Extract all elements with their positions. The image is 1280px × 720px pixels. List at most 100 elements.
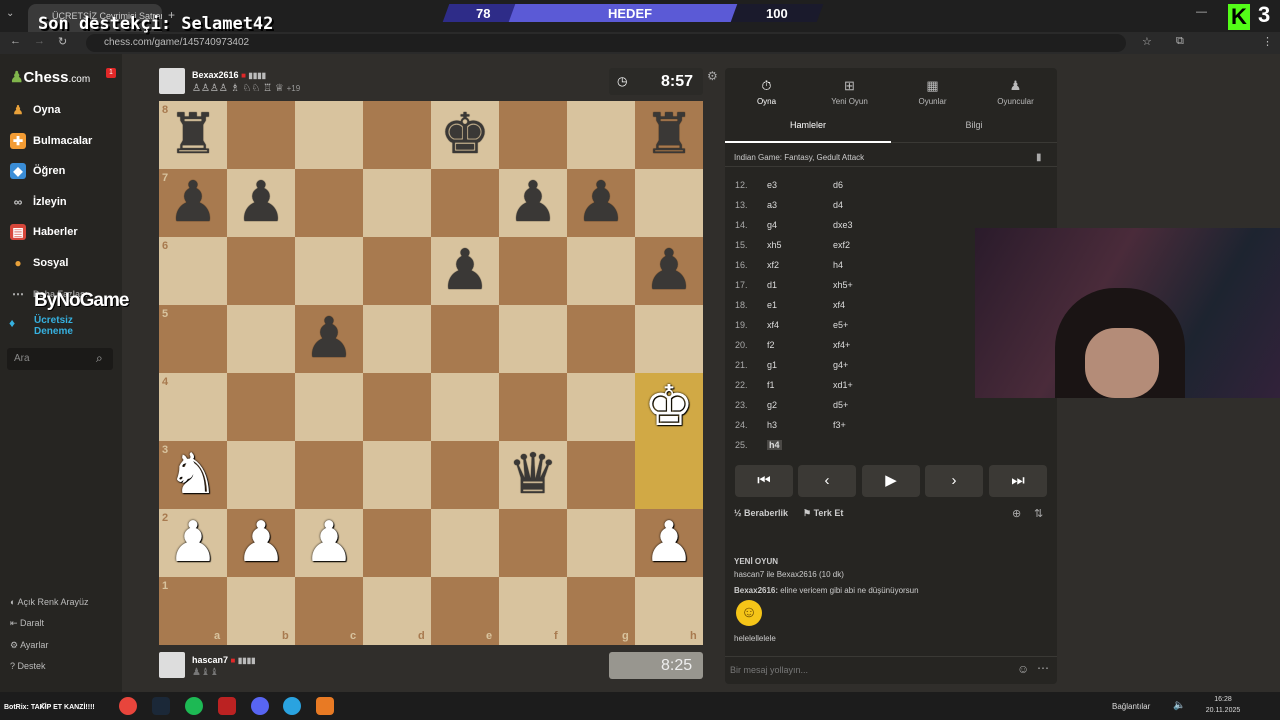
steam-icon[interactable] [152, 697, 170, 715]
white-move[interactable]: g4 [767, 220, 777, 230]
piece-f7[interactable]: ♟ [499, 169, 567, 237]
square-f2[interactable] [499, 509, 567, 577]
white-move[interactable]: a3 [767, 200, 777, 210]
draw-button[interactable]: ½ Beraberlik [734, 508, 788, 518]
search-icon[interactable]: ⌕ [96, 351, 103, 366]
square-h7[interactable] [635, 169, 703, 237]
square-f4[interactable] [499, 373, 567, 441]
tab-games[interactable]: ▦ Oyunlar [891, 78, 974, 106]
search-taskbar-icon[interactable]: ⌕ [40, 697, 58, 715]
square-h5[interactable] [635, 305, 703, 373]
app-icon[interactable] [218, 697, 236, 715]
board-settings-gear-icon[interactable]: ⚙ [707, 69, 718, 83]
square-b4[interactable] [227, 373, 295, 441]
square-e5[interactable] [431, 305, 499, 373]
chess-board[interactable]: 8 7 6 5 4 3 2 1 a b c d e f g h ♜ ♚ ♜ ♟ ♟ ♟ ♟ ♟ ♟ ♟ ♚ ♞ ♛ ♟ ♟ ♟ ♟ [159, 101, 703, 645]
piece-a7[interactable]: ♟ [159, 169, 227, 237]
square-e2[interactable] [431, 509, 499, 577]
square-b6[interactable] [227, 237, 295, 305]
black-move[interactable]: g4+ [833, 360, 848, 370]
black-move[interactable]: xf4+ [833, 340, 850, 350]
tab-list-icon[interactable]: ⌄ [6, 8, 14, 19]
black-move[interactable]: xh5+ [833, 280, 853, 290]
black-move[interactable]: d4 [833, 200, 843, 210]
volume-icon[interactable]: 🔈 [1173, 700, 1185, 711]
subtab-info[interactable]: Bilgi [891, 120, 1057, 130]
square-f6[interactable] [499, 237, 567, 305]
square-d7[interactable] [363, 169, 431, 237]
piece-b7[interactable]: ♟ [227, 169, 295, 237]
black-move[interactable]: d5+ [833, 400, 848, 410]
sidebar-item-haberler[interactable]: ▤ Haberler [10, 222, 78, 242]
square-a4[interactable] [159, 373, 227, 441]
bottom-player-avatar[interactable] [159, 652, 185, 678]
white-move[interactable]: f2 [767, 340, 775, 350]
url-field[interactable]: chess.com/game/145740973402 [86, 34, 1126, 52]
white-move[interactable]: e1 [767, 300, 777, 310]
analysis-icon[interactable]: ⊕ [1012, 507, 1021, 520]
reload-icon[interactable]: ↻ [58, 35, 67, 48]
collapse-button[interactable]: ⇤ Daralt [10, 618, 44, 629]
square-d6[interactable] [363, 237, 431, 305]
white-move[interactable]: f1 [767, 380, 775, 390]
opening-name[interactable]: Indian Game: Fantasy, Gedult Attack [734, 153, 864, 162]
black-move[interactable]: dxe3 [833, 220, 853, 230]
square-e3[interactable] [431, 441, 499, 509]
white-move[interactable]: xf4 [767, 320, 779, 330]
resign-button[interactable]: ⚑ Terk Et [803, 508, 843, 519]
square-g3[interactable] [567, 441, 635, 509]
square-c8[interactable] [295, 101, 363, 169]
square-f5[interactable] [499, 305, 567, 373]
white-move[interactable]: e3 [767, 180, 777, 190]
white-move[interactable]: h3 [767, 420, 777, 430]
subtab-moves[interactable]: Hamleler [725, 120, 891, 130]
chrome-icon[interactable] [119, 697, 137, 715]
square-f8[interactable] [499, 101, 567, 169]
piece-a2[interactable]: ♟ [159, 509, 227, 577]
square-d8[interactable] [363, 101, 431, 169]
app-icon-2[interactable] [316, 697, 334, 715]
white-move[interactable]: d1 [767, 280, 777, 290]
spotify-icon[interactable] [185, 697, 203, 715]
free-trial-link[interactable]: Ücretsiz Deneme [34, 315, 84, 337]
first-move-button[interactable]: ⏮ [735, 465, 793, 497]
white-move[interactable]: g1 [767, 360, 777, 370]
sidebar-item-ogren[interactable]: ◆ Öğren [10, 161, 65, 181]
square-b5[interactable] [227, 305, 295, 373]
square-d5[interactable] [363, 305, 431, 373]
piece-c2[interactable]: ♟ [295, 509, 363, 577]
sidebar-item-sosyal[interactable]: ● Sosyal [10, 253, 68, 273]
tab-new-game[interactable]: ⊞ Yeni Oyun [808, 78, 891, 106]
book-icon[interactable]: ▮ [1036, 152, 1042, 163]
prev-move-button[interactable]: ‹ [798, 465, 856, 497]
back-icon[interactable]: ← [10, 35, 21, 47]
tab-players[interactable]: ♟ Oyuncular [974, 78, 1057, 106]
menu-icon[interactable]: ⋮ [1262, 35, 1273, 48]
piece-e6[interactable]: ♟ [431, 237, 499, 305]
sidebar-item-bulmacalar[interactable]: ✚ Bulmacalar [10, 131, 92, 151]
piece-h6[interactable]: ♟ [635, 237, 703, 305]
chess-logo[interactable]: ♟Chess.com [10, 68, 90, 86]
top-player-name[interactable]: Bexax2616 ■ ▮▮▮▮ [192, 70, 266, 80]
discord-icon[interactable] [251, 697, 269, 715]
piece-b2[interactable]: ♟ [227, 509, 295, 577]
white-move[interactable]: h4 [767, 440, 782, 450]
next-move-button[interactable]: › [925, 465, 983, 497]
settings-button[interactable]: ⚙ Ayarlar [10, 640, 48, 651]
chat-input[interactable]: Bir mesaj yollayın... ☺ ⋯ [725, 656, 1057, 684]
square-b3[interactable] [227, 441, 295, 509]
square-g8[interactable] [567, 101, 635, 169]
square-a5[interactable] [159, 305, 227, 373]
piece-a3[interactable]: ♞ [159, 441, 227, 509]
square-a6[interactable] [159, 237, 227, 305]
telegram-icon[interactable] [283, 697, 301, 715]
square-c4[interactable] [295, 373, 363, 441]
square-g5[interactable] [567, 305, 635, 373]
sidebar-item-oyna[interactable]: ♟ Oyna [10, 100, 61, 120]
bottom-player-name[interactable]: hascan7 ■ ▮▮▮▮ [192, 655, 256, 665]
square-d3[interactable] [363, 441, 431, 509]
square-c6[interactable] [295, 237, 363, 305]
black-move[interactable]: d6 [833, 180, 843, 190]
light-theme-toggle[interactable]: ◐ Açık Renk Arayüz [10, 597, 88, 607]
play-button[interactable]: ▶ [862, 465, 920, 497]
